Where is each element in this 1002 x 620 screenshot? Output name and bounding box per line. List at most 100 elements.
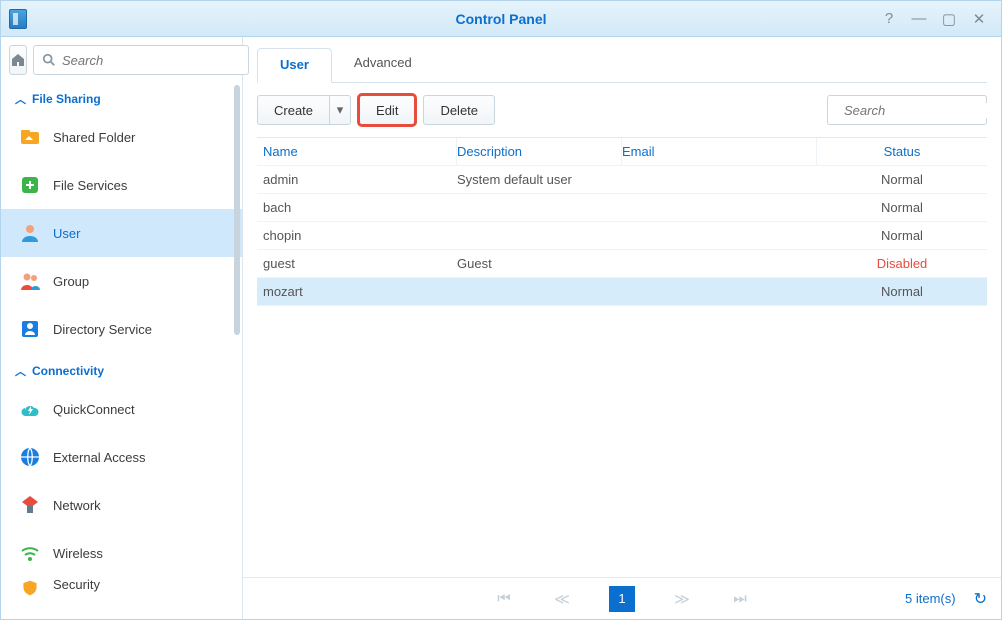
sidebar-item-label: Wireless (53, 546, 103, 561)
sidebar-item-directory-service[interactable]: Directory Service (1, 305, 242, 353)
column-description-header[interactable]: Description (457, 138, 622, 165)
cell-name: bach (257, 200, 457, 215)
sidebar-item-security[interactable]: Security (1, 577, 242, 605)
home-button[interactable] (9, 45, 27, 75)
column-status-header[interactable]: Status (817, 138, 987, 165)
caret-down-icon: ▾ (337, 102, 344, 118)
table-row[interactable]: adminSystem default userNormal (257, 166, 987, 194)
cell-description: System default user (457, 172, 622, 187)
cell-name: chopin (257, 228, 457, 243)
minimize-button[interactable]: — (911, 11, 927, 27)
sidebar-item-label: User (53, 226, 80, 241)
sidebar-item-external-access[interactable]: External Access (1, 433, 242, 481)
sidebar-item-wireless[interactable]: Wireless (1, 529, 242, 577)
sidebar-item-label: File Services (53, 178, 127, 193)
pager-nav: ⏮ ≪ 1 ≫ ⏭ (493, 586, 751, 612)
close-button[interactable]: ✕ (971, 11, 987, 27)
toolbar: Create ▾ Edit Delete (243, 83, 1001, 137)
app-icon (9, 9, 27, 29)
cell-status: Normal (817, 172, 987, 187)
sidebar-item-label: Group (53, 274, 89, 289)
sidebar-item-file-services[interactable]: File Services (1, 161, 242, 209)
delete-button[interactable]: Delete (423, 95, 495, 125)
pager-last[interactable]: ⏭ (729, 590, 751, 607)
table-row[interactable]: bach Normal (257, 194, 987, 222)
directory-service-icon (19, 318, 41, 340)
sidebar-item-label: External Access (53, 450, 146, 465)
control-panel-window: Control Panel ? — ▢ ✕ ︿ File Sharing (0, 0, 1002, 620)
group-icon (19, 270, 41, 292)
titlebar: Control Panel ? — ▢ ✕ (1, 1, 1001, 37)
pager: ⏮ ≪ 1 ≫ ⏭ 5 item(s) ↻ (243, 577, 1001, 619)
sidebar: ︿ File Sharing Shared Folder File Servic… (1, 37, 243, 619)
sidebar-item-quickconnect[interactable]: QuickConnect (1, 385, 242, 433)
reload-button[interactable]: ↻ (974, 589, 987, 609)
chevron-up-icon: ︿ (15, 91, 26, 107)
column-email-header[interactable]: Email (622, 138, 817, 165)
file-services-icon (19, 174, 41, 196)
user-table: Name Description Email Status adminSyste… (257, 137, 987, 577)
wireless-icon (19, 542, 41, 564)
body: ︿ File Sharing Shared Folder File Servic… (1, 37, 1001, 619)
cell-name: mozart (257, 284, 457, 299)
table-header: Name Description Email Status (257, 138, 987, 166)
section-title: File Sharing (32, 92, 101, 106)
pager-prev[interactable]: ≪ (551, 590, 573, 608)
pager-first[interactable]: ⏮ (493, 590, 515, 607)
filter-search[interactable] (827, 95, 987, 125)
cell-status: Normal (817, 228, 987, 243)
network-icon (19, 494, 41, 516)
sidebar-item-label: Directory Service (53, 322, 152, 337)
create-dropdown[interactable]: ▾ (329, 95, 351, 125)
table-body: adminSystem default userNormalbachNormal… (257, 166, 987, 306)
pager-right: 5 item(s) ↻ (905, 589, 987, 609)
pager-summary: 5 item(s) (905, 591, 956, 606)
column-name-header[interactable]: Name (257, 138, 457, 165)
table-row[interactable]: guestGuest Disabled (257, 250, 987, 278)
quickconnect-icon (19, 398, 41, 420)
tab-user[interactable]: User (257, 48, 332, 83)
table-row[interactable]: mozart Normal (257, 278, 987, 306)
sidebar-item-network[interactable]: Network (1, 481, 242, 529)
sidebar-item-user[interactable]: User (1, 209, 242, 257)
sidebar-search[interactable] (33, 45, 249, 75)
sidebar-item-label: Network (53, 498, 101, 513)
edit-button[interactable]: Edit (359, 95, 415, 125)
tab-advanced[interactable]: Advanced (332, 47, 434, 82)
cell-description: Guest (457, 256, 622, 271)
section-title: Connectivity (32, 364, 104, 378)
sidebar-item-label: Shared Folder (53, 130, 135, 145)
search-icon (42, 53, 56, 67)
sidebar-item-group[interactable]: Group (1, 257, 242, 305)
shared-folder-icon (19, 126, 41, 148)
sidebar-item-label: QuickConnect (53, 402, 135, 417)
sidebar-scrollbar[interactable] (234, 85, 240, 615)
pager-current-page[interactable]: 1 (609, 586, 635, 612)
maximize-button[interactable]: ▢ (941, 11, 957, 27)
security-icon (19, 577, 41, 599)
cell-status: Normal (817, 200, 987, 215)
external-access-icon (19, 446, 41, 468)
window-controls: ? — ▢ ✕ (881, 11, 1001, 27)
home-icon (10, 52, 26, 68)
pager-next[interactable]: ≫ (671, 590, 693, 608)
filter-search-input[interactable] (844, 103, 1002, 118)
sidebar-top (1, 37, 242, 81)
section-connectivity[interactable]: ︿ Connectivity (1, 353, 242, 385)
sidebar-item-label: Security (53, 577, 100, 592)
cell-name: guest (257, 256, 457, 271)
create-button[interactable]: Create (257, 95, 329, 125)
cell-status: Disabled (817, 256, 987, 271)
tabs: User Advanced (243, 37, 1001, 82)
main-area: User Advanced Create ▾ Edit Delete (243, 37, 1001, 619)
sidebar-item-shared-folder[interactable]: Shared Folder (1, 113, 242, 161)
table-row[interactable]: chopin Normal (257, 222, 987, 250)
help-icon[interactable]: ? (881, 11, 897, 27)
cell-status: Normal (817, 284, 987, 299)
section-file-sharing[interactable]: ︿ File Sharing (1, 81, 242, 113)
scrollbar-thumb[interactable] (234, 85, 240, 335)
chevron-up-icon: ︿ (15, 363, 26, 379)
user-icon (19, 222, 41, 244)
window-title: Control Panel (455, 11, 546, 27)
sidebar-search-input[interactable] (62, 53, 240, 68)
